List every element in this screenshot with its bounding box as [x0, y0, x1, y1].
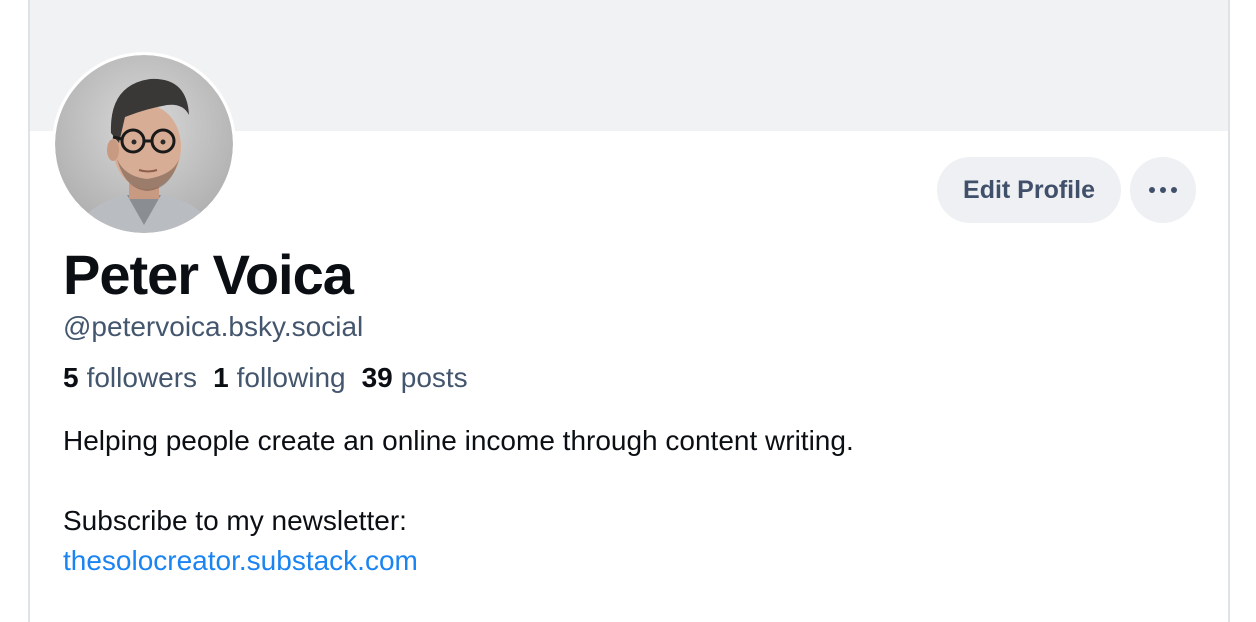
more-options-button[interactable]	[1130, 157, 1196, 223]
following-count: 1	[213, 362, 229, 393]
followers-count: 5	[63, 362, 79, 393]
posts-count: 39	[361, 362, 393, 393]
avatar[interactable]	[52, 52, 236, 236]
followers-label: followers	[86, 362, 198, 393]
bio-line: Helping people create an online income t…	[63, 425, 854, 456]
edit-profile-button[interactable]: Edit Profile	[937, 157, 1121, 223]
bio-line: Subscribe to my newsletter:	[63, 505, 407, 536]
profile-card: Edit Profile Peter Voica @petervoica.bsk…	[28, 0, 1230, 622]
posts-label: posts	[400, 362, 468, 393]
avatar-photo	[55, 55, 233, 233]
profile-stats: 5 followers 1 following 39 posts	[63, 362, 468, 394]
newsletter-link[interactable]: thesolocreator.substack.com	[63, 545, 418, 576]
ellipsis-icon	[1149, 187, 1177, 193]
profile-bio: Helping people create an online income t…	[63, 421, 854, 581]
display-name: Peter Voica	[63, 243, 354, 306]
following-label: following	[236, 362, 346, 393]
following-stat[interactable]: 1 following	[213, 362, 346, 394]
profile-handle: @petervoica.bsky.social	[63, 311, 364, 342]
posts-stat: 39 posts	[362, 362, 468, 394]
profile-actions: Edit Profile	[937, 157, 1196, 223]
followers-stat[interactable]: 5 followers	[63, 362, 197, 394]
